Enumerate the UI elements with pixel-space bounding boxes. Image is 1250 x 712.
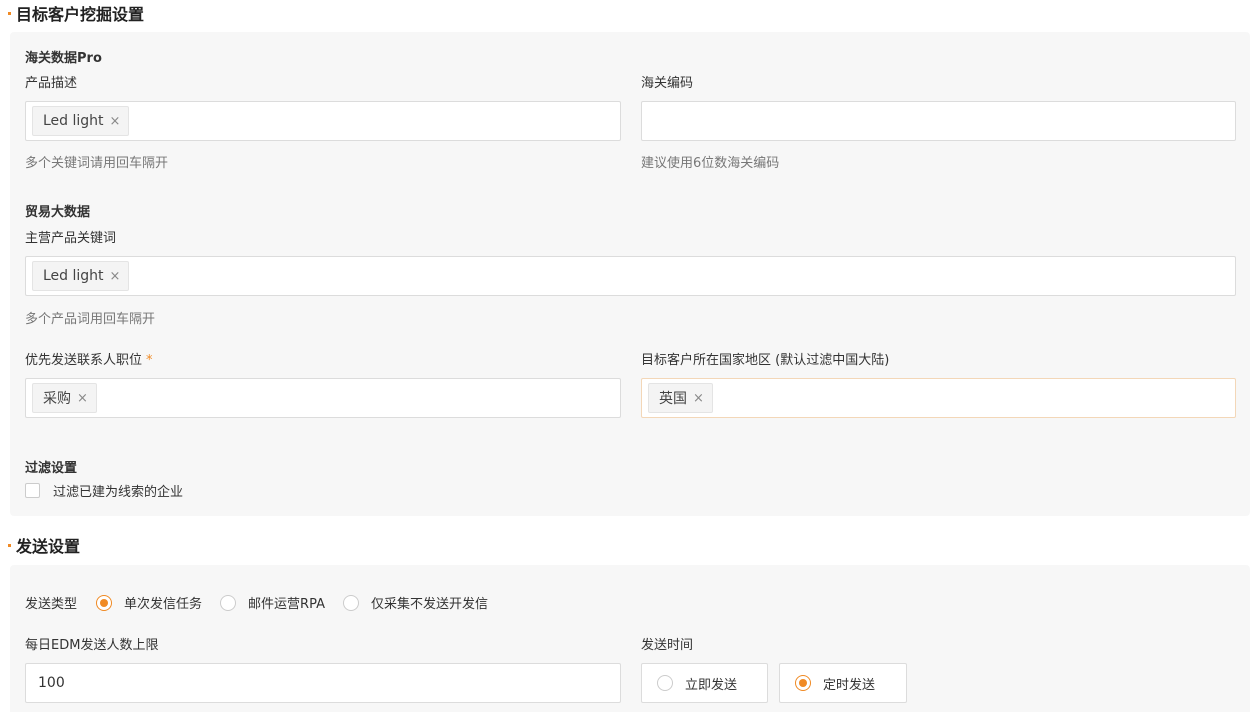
product-desc-tag: Led light × [32,106,130,136]
radio-icon[interactable] [657,675,673,691]
option-label: 仅采集不发送开发信 [370,597,488,612]
tag-remove-icon[interactable]: × [110,114,121,129]
trade-data-title: 贸易大数据 [25,205,91,220]
send-time-scheduled[interactable]: 定时发送 [779,663,907,703]
radio-selected-icon[interactable] [96,594,113,611]
position-tag: 采购 × [32,383,97,413]
daily-limit-label: 每日EDM发送人数上限 [25,638,159,653]
product-desc-label: 产品描述 [25,76,78,91]
filter-leads-label[interactable]: 过滤已建为线索的企业 [53,481,183,500]
section-marker [8,11,11,15]
product-desc-input[interactable]: Led light × [25,101,621,141]
keyword-tag: Led light × [32,261,130,291]
hs-code-label: 海关编码 [641,76,694,91]
section-title-text: 目标客户挖掘设置 [16,5,145,24]
radio-icon[interactable] [220,594,237,611]
section-marker [8,543,11,547]
contact-position-input[interactable]: 采购 × [25,378,621,418]
radio-icon[interactable] [342,594,359,611]
option-label: 立即发送 [685,677,738,693]
tag-label: 采购 [43,391,71,407]
send-time-label: 发送时间 [641,638,694,653]
keywords-input[interactable]: Led light × [25,256,1236,296]
tag-remove-icon[interactable]: × [110,269,121,284]
section-title-text: 发送设置 [16,537,81,556]
contact-position-label-text: 优先发送联系人职位 [25,353,143,368]
section-title-send: 发送设置 [8,533,80,557]
filter-leads-checkbox[interactable] [25,483,40,498]
option-label: 定时发送 [823,677,876,693]
country-label: 目标客户所在国家地区 (默认过滤中国大陆) [641,353,890,368]
option-label: 邮件运营RPA [248,597,325,612]
send-type-option-single[interactable]: 单次发信任务 [96,593,202,612]
hs-code-input[interactable] [641,101,1236,141]
radio-selected-icon[interactable] [795,675,811,691]
filter-settings-title: 过滤设置 [25,461,78,476]
send-type-option-collect-only[interactable]: 仅采集不发送开发信 [342,593,488,612]
option-label: 单次发信任务 [124,597,203,612]
daily-limit-input[interactable]: 100 [25,663,621,703]
country-select[interactable]: 英国 × [641,378,1236,418]
contact-position-label: 优先发送联系人职位 * [25,349,153,368]
product-desc-hint: 多个关键词请用回车隔开 [25,156,169,171]
tag-remove-icon[interactable]: × [693,391,704,406]
required-mark: * [146,353,153,368]
hs-code-hint: 建议使用6位数海关编码 [641,156,780,171]
tag-label: 英国 [659,391,687,407]
daily-limit-value: 100 [38,675,65,691]
section-title-mining: 目标客户挖掘设置 [8,1,144,25]
customs-data-title: 海关数据Pro [25,51,102,66]
tag-label: Led light [43,268,104,284]
keywords-label: 主营产品关键词 [25,231,117,246]
country-tag: 英国 × [648,383,713,413]
keywords-hint: 多个产品词用回车隔开 [25,312,156,327]
tag-remove-icon[interactable]: × [77,391,88,406]
send-type-group: 发送类型 单次发信任务 邮件运营RPA 仅采集不发送开发信 [25,593,506,612]
send-type-label: 发送类型 [25,597,78,612]
tag-label: Led light [43,113,104,129]
send-time-immediate[interactable]: 立即发送 [641,663,768,703]
send-type-option-rpa[interactable]: 邮件运营RPA [220,593,325,612]
